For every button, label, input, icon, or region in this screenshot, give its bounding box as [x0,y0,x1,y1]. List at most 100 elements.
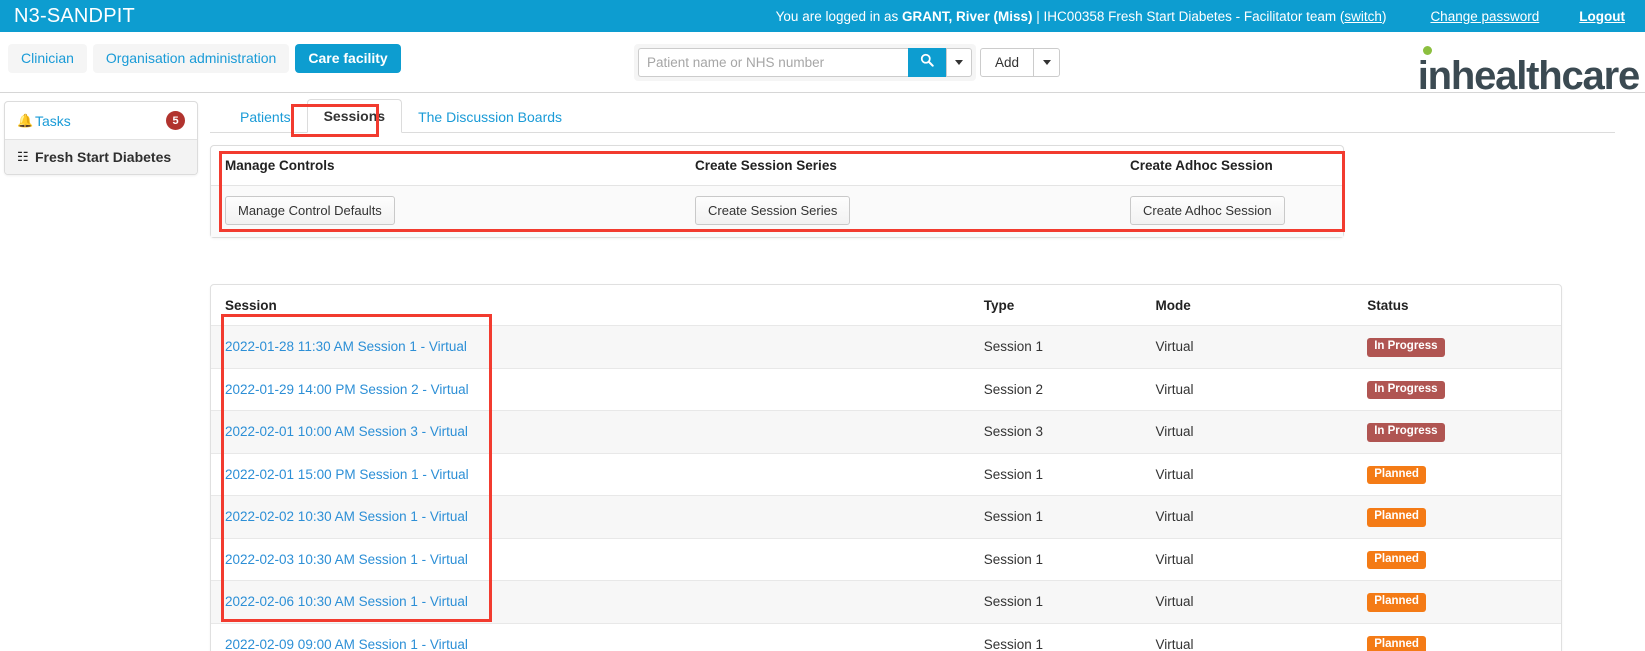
sidebar-item-label: Tasks [35,112,71,129]
cell-status: Planned [1353,580,1561,623]
table-row: 2022-01-29 14:00 PM Session 2 - Virtual S… [211,367,1561,411]
cell-mode: Virtual [1141,325,1354,368]
column-header-session[interactable]: Session [211,285,970,326]
tab-discussion-boards[interactable]: The Discussion Boards [402,101,578,133]
cell-session: 2022-01-28 11:30 AM Session 1 - Virtual [211,325,970,368]
logout-link[interactable]: Logout [1579,9,1625,24]
cell-session: 2022-02-01 10:00 AM Session 3 - Virtual [211,410,970,453]
patient-search-group [634,44,976,81]
cell-session: 2022-01-29 14:00 PM Session 2 - Virtual [211,367,970,411]
sidebar-item-tasks[interactable]: 🔔 Tasks 5 [5,102,197,139]
session-link[interactable]: 2022-02-02 10:30 AM Session 1 - Virtual [225,509,468,524]
navigation-bar: Clinician Organisation administration Ca… [0,32,1645,98]
session-link[interactable]: 2022-02-09 09:00 AM Session 1 - Virtual [225,637,468,651]
controls-panel-button-row: Manage Control Defaults Create Session S… [211,186,1343,237]
search-dropdown-button[interactable] [946,48,972,77]
cell-session: 2022-02-01 15:00 PM Session 1 - Virtual [211,452,970,496]
cell-mode: Virtual [1141,495,1354,538]
cell-type: Session 1 [969,580,1142,623]
cell-session: 2022-02-02 10:30 AM Session 1 - Virtual [211,495,970,538]
create-session-series-button[interactable]: Create Session Series [695,196,851,225]
table-row: 2022-02-01 10:00 AM Session 3 - Virtual S… [211,410,1561,453]
session-link[interactable]: 2022-02-01 10:00 AM Session 3 - Virtual [225,424,468,439]
controls-panel-header-row: Manage Controls Create Session Series Cr… [211,146,1343,186]
logged-in-org-close: ) [1381,8,1387,24]
cell-mode: Virtual [1141,452,1354,496]
switch-team-link[interactable]: switch [1344,9,1382,24]
column-header-mode[interactable]: Mode [1142,285,1354,326]
nav-pill-organisation-administration[interactable]: Organisation administration [92,44,290,74]
session-link[interactable]: 2022-01-29 14:00 PM Session 2 - Virtual [225,382,469,397]
cell-type: Session 1 [969,325,1142,368]
cell-status: Planned [1353,537,1561,581]
sessions-table-card: Session Type Mode Status 2022-01-28 11:3… [210,284,1562,651]
status-badge: In Progress [1367,423,1445,442]
create-adhoc-session-cell: Create Adhoc Session [1130,196,1329,225]
logged-in-prefix: You are logged in as [775,8,903,24]
tasks-count-badge: 5 [166,111,185,130]
table-row: 2022-02-01 15:00 PM Session 1 - Virtual S… [211,452,1561,496]
page-root: N3-SANDPIT You are logged in as GRANT, R… [0,0,1645,651]
cell-status: In Progress [1353,367,1561,411]
controls-panel: Manage Controls Create Session Series Cr… [210,145,1344,238]
cell-mode: Virtual [1141,537,1354,581]
bell-icon: 🔔 [17,112,34,128]
create-session-series-cell: Create Session Series [695,196,1130,225]
cell-mode: Virtual [1141,367,1354,411]
status-badge: Planned [1367,635,1426,651]
cell-status: In Progress [1353,410,1561,453]
list-icon: ☷ [17,149,29,164]
logged-in-status: You are logged in as GRANT, River (Miss)… [776,9,1387,24]
add-dropdown-button[interactable] [1034,48,1061,77]
status-badge: Planned [1367,593,1426,612]
logo-dot-icon [1422,46,1432,55]
cell-mode: Virtual [1141,580,1354,623]
status-badge: In Progress [1367,380,1445,399]
cell-session: 2022-02-09 09:00 AM Session 1 - Virtual [211,622,970,651]
search-icon [920,53,934,72]
create-adhoc-session-button[interactable]: Create Adhoc Session [1130,196,1285,225]
search-input[interactable] [638,48,908,77]
logo-text: inhealthcare [1417,54,1640,98]
table-row: 2022-02-06 10:30 AM Session 1 - Virtual S… [211,580,1561,623]
nav-pill-care-facility[interactable]: Care facility [295,44,401,74]
cell-status: Planned [1353,452,1561,496]
inhealthcare-logo: inhealthcare [1417,46,1640,98]
nav-pill-clinician[interactable]: Clinician [8,44,87,74]
chevron-down-icon [1042,60,1051,65]
cell-status: Planned [1353,495,1561,538]
status-badge: Planned [1367,465,1426,484]
create-session-series-header: Create Session Series [695,158,837,173]
tab-sessions[interactable]: Sessions [306,99,403,133]
session-link[interactable]: 2022-02-03 10:30 AM Session 1 - Virtual [225,552,468,567]
status-badge: Planned [1367,550,1426,569]
search-button[interactable] [908,48,946,77]
tab-patients[interactable]: Patients [224,101,307,133]
manage-controls-header: Manage Controls [225,158,335,173]
session-link[interactable]: 2022-02-06 10:30 AM Session 1 - Virtual [225,594,468,609]
cell-type: Session 1 [969,495,1142,538]
table-header-row: Session Type Mode Status [211,285,1561,326]
cell-type: Session 2 [969,367,1142,411]
sessions-table-head: Session Type Mode Status [211,285,1561,326]
manage-controls-cell: Manage Control Defaults [225,196,695,225]
manage-control-defaults-button[interactable]: Manage Control Defaults [225,196,395,225]
session-link[interactable]: 2022-02-01 15:00 PM Session 1 - Virtual [225,467,469,482]
cell-status: In Progress [1353,325,1561,368]
logged-in-org: | IHC00358 Fresh Start Diabetes - Facili… [1032,8,1345,24]
column-header-status[interactable]: Status [1353,285,1561,326]
column-header-type[interactable]: Type [970,285,1142,326]
sidebar-item-fresh-start-diabetes[interactable]: ☷ Fresh Start Diabetes [5,139,197,174]
session-link[interactable]: 2022-01-28 11:30 AM Session 1 - Virtual [225,339,467,354]
table-row: 2022-02-03 10:30 AM Session 1 - Virtual S… [211,537,1561,581]
change-password-link[interactable]: Change password [1430,9,1539,24]
cell-status: Planned [1353,622,1561,651]
sessions-table-body: 2022-01-28 11:30 AM Session 1 - Virtual S… [211,325,1561,651]
add-button[interactable]: Add [980,48,1035,77]
tab-bar: Patients Sessions The Discussion Boards [210,93,1615,133]
status-badge: In Progress [1367,338,1445,357]
cell-mode: Virtual [1141,622,1354,651]
sidebar-item-label: Fresh Start Diabetes [35,149,172,165]
main-content: Patients Sessions The Discussion Boards … [210,93,1615,651]
sidebar: 🔔 Tasks 5 ☷ Fresh Start Diabetes [4,101,198,175]
